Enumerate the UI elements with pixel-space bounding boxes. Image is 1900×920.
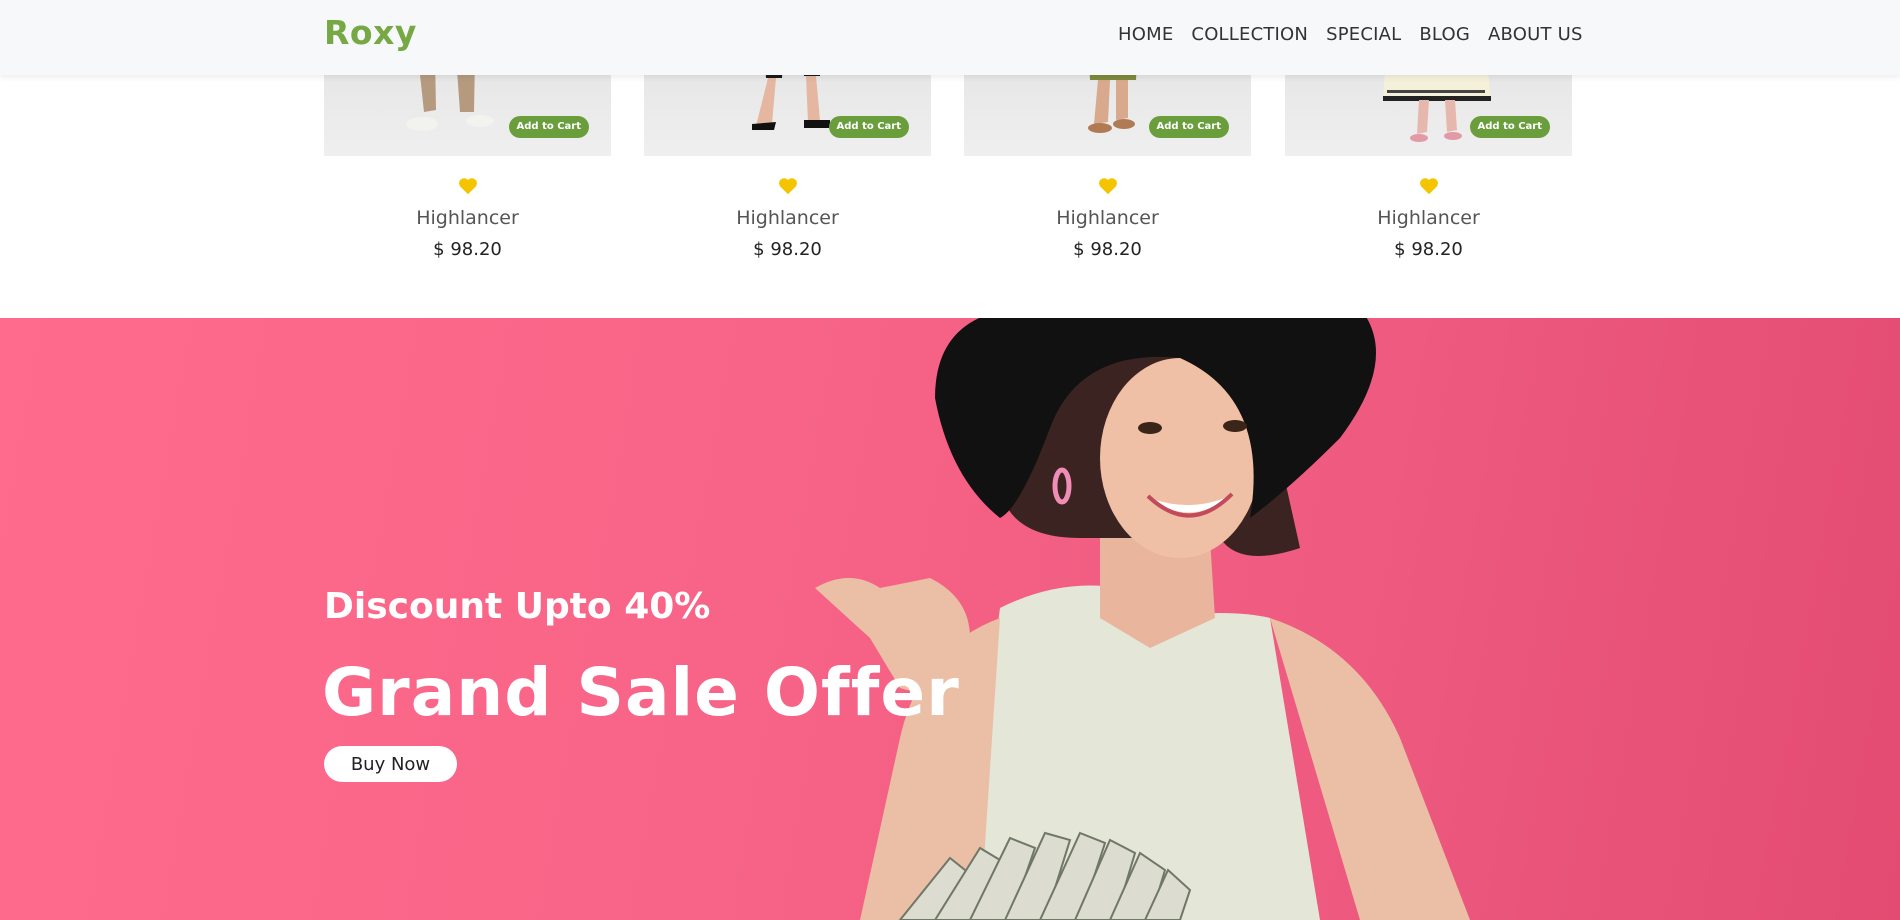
page: Roxy HOME COLLECTION SPECIAL BLOG ABOUT …	[0, 0, 1900, 920]
banner-model-image	[815, 318, 1470, 920]
add-to-cart-button[interactable]: Add to Cart	[828, 116, 909, 138]
brand-logo[interactable]: Roxy	[324, 13, 417, 52]
heart-icon[interactable]	[777, 175, 799, 197]
buy-now-button[interactable]: Buy Now	[324, 746, 457, 782]
add-to-cart-button[interactable]: Add to Cart	[1469, 116, 1550, 138]
product-name[interactable]: Highlancer	[644, 207, 931, 229]
product-price: $ 98.20	[753, 239, 822, 260]
nav-blog[interactable]: BLOG	[1419, 24, 1470, 45]
sale-banner: Discount Upto 40% Grand Sale Offer Buy N…	[0, 318, 1900, 920]
nav-collection[interactable]: COLLECTION	[1191, 24, 1308, 45]
product-price: $ 98.20	[1394, 239, 1463, 260]
heart-icon[interactable]	[1097, 175, 1119, 197]
product-name[interactable]: Highlancer	[1285, 207, 1572, 229]
nav-about-us[interactable]: ABOUT US	[1488, 24, 1583, 45]
banner-subtitle: Discount Upto 40%	[324, 586, 711, 627]
heart-icon[interactable]	[457, 175, 479, 197]
add-to-cart-button[interactable]: Add to Cart	[1148, 116, 1229, 138]
product-name[interactable]: Highlancer	[964, 207, 1251, 229]
nav-special[interactable]: SPECIAL	[1326, 24, 1401, 45]
nav-home[interactable]: HOME	[1118, 24, 1173, 45]
heart-icon[interactable]	[1418, 175, 1440, 197]
banner-title: Grand Sale Offer	[322, 654, 960, 731]
main-nav: HOME COLLECTION SPECIAL BLOG ABOUT US	[1118, 24, 1583, 45]
add-to-cart-button[interactable]: Add to Cart	[508, 116, 589, 138]
product-name[interactable]: Highlancer	[324, 207, 611, 229]
site-header: Roxy HOME COLLECTION SPECIAL BLOG ABOUT …	[0, 0, 1900, 75]
product-price: $ 98.20	[433, 239, 502, 260]
product-price: $ 98.20	[1073, 239, 1142, 260]
